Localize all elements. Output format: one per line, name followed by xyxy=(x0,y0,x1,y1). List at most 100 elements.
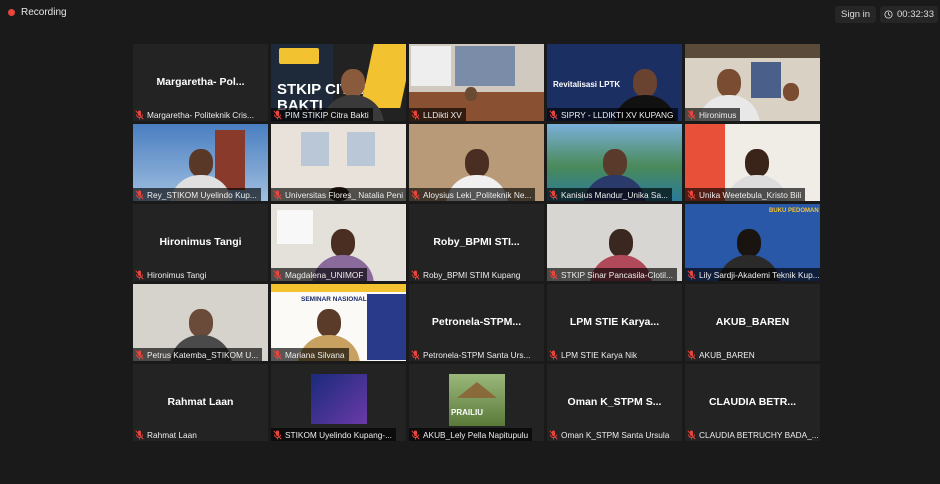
muted-mic-icon xyxy=(135,189,144,200)
participant-name: Oman K_STPM Santa Ursula xyxy=(561,429,670,440)
participant-tile[interactable]: CLAUDIA BETR... CLAUDIA BETRUCHY BADA_..… xyxy=(685,364,820,441)
muted-mic-icon xyxy=(273,269,282,280)
participant-nameplate: Aloysius Leki_Politeknik Ne... xyxy=(409,188,536,201)
participant-tile[interactable]: Margaretha- Pol... Margaretha- Politekni… xyxy=(133,44,268,121)
muted-mic-icon xyxy=(549,429,558,440)
muted-mic-icon xyxy=(411,189,420,200)
participant-nameplate: Margaretha- Politeknik Cris... xyxy=(133,108,258,121)
participant-tile[interactable]: Revitalisasi LPTK SIPRY - LLDIKTI XV KUP… xyxy=(547,44,682,121)
participant-nameplate: CLAUDIA BETRUCHY BADA_... xyxy=(685,428,820,441)
participant-nameplate: Hironimus Tangi xyxy=(133,268,210,281)
participant-name: Aloysius Leki_Politeknik Ne... xyxy=(423,189,532,200)
participant-tile[interactable]: Petrus Katemba_STIKOM U... xyxy=(133,284,268,361)
recording-dot-icon xyxy=(8,9,15,16)
participant-tile[interactable]: STKIP Sinar Pancasila-Clotil... xyxy=(547,204,682,281)
participant-tile[interactable]: Petronela-STPM... Petronela-STPM Santa U… xyxy=(409,284,544,361)
participant-nameplate: STIKOM Uyelindo Kupang-... xyxy=(271,428,396,441)
clock-icon xyxy=(884,10,893,19)
muted-mic-icon xyxy=(411,109,420,120)
participant-tile[interactable]: Aloysius Leki_Politeknik Ne... xyxy=(409,124,544,201)
muted-mic-icon xyxy=(411,269,420,280)
muted-mic-icon xyxy=(273,429,282,440)
meeting-top-bar: Recording Sign in 00:32:33 xyxy=(0,0,940,28)
participant-tile[interactable]: LPM STIE Karya... LPM STIE Karya Nik xyxy=(547,284,682,361)
participant-nameplate: Petronela-STPM Santa Urs... xyxy=(409,348,534,361)
muted-mic-icon xyxy=(273,349,282,360)
participant-tile[interactable]: Oman K_STPM S... Oman K_STPM Santa Ursul… xyxy=(547,364,682,441)
participant-display-name: Petronela-STPM... xyxy=(431,315,522,328)
meeting-timer[interactable]: 00:32:33 xyxy=(880,6,938,23)
participant-name: Roby_BPMI STIM Kupang xyxy=(423,269,521,280)
participant-tile[interactable]: Roby_BPMI STI... Roby_BPMI STIM Kupang xyxy=(409,204,544,281)
participant-nameplate: Kanisius Mandur_Unika Sa... xyxy=(547,188,672,201)
participant-tile[interactable]: BUKU PEDOMAN Lily Sardji-Akademi Teknik … xyxy=(685,204,820,281)
participant-name: Rahmat Laan xyxy=(147,429,197,440)
participant-tile[interactable]: Magdalena_UNIMOF xyxy=(271,204,406,281)
participant-tile[interactable]: SEMINAR NASIONAL Mariana Silvana xyxy=(271,284,406,361)
participant-tile[interactable]: Kanisius Mandur_Unika Sa... xyxy=(547,124,682,201)
muted-mic-icon xyxy=(135,349,144,360)
muted-mic-icon xyxy=(411,349,420,360)
participant-nameplate: LLDikti XV xyxy=(409,108,466,121)
muted-mic-icon xyxy=(687,269,696,280)
muted-mic-icon xyxy=(687,349,696,360)
profile-picture xyxy=(311,374,367,424)
participant-tile[interactable]: LLDikti XV xyxy=(409,44,544,121)
participant-nameplate: Universitas Flores_ Natalia Peni xyxy=(271,188,406,201)
participant-nameplate: AKUB_Lely Pella Napitupulu xyxy=(409,428,533,441)
participant-name: LPM STIE Karya Nik xyxy=(561,349,638,360)
participant-name: Hironimus xyxy=(699,109,737,120)
participant-display-name: Hironimus Tangi xyxy=(159,235,242,248)
participant-name: STIKOM Uyelindo Kupang-... xyxy=(285,429,392,440)
muted-mic-icon xyxy=(549,189,558,200)
slide-text: BUKU PEDOMAN xyxy=(769,208,819,214)
participant-nameplate: SIPRY - LLDIKTI XV KUPANG xyxy=(547,108,678,121)
participant-tile[interactable]: Rey_STIKOM Uyelindo Kup... xyxy=(133,124,268,201)
participant-nameplate: Magdalena_UNIMOF xyxy=(271,268,368,281)
profile-picture: PRAILIU xyxy=(449,374,505,426)
muted-mic-icon xyxy=(549,349,558,360)
muted-mic-icon xyxy=(549,109,558,120)
participant-name: PIM STIKIP Citra Bakti xyxy=(285,109,369,120)
participant-nameplate: AKUB_BAREN xyxy=(685,348,759,361)
participant-tile[interactable]: Hironimus Tangi Hironimus Tangi xyxy=(133,204,268,281)
participant-nameplate: Oman K_STPM Santa Ursula xyxy=(547,428,673,441)
participant-name: LLDikti XV xyxy=(423,109,462,120)
participant-tile[interactable]: Hironimus xyxy=(685,44,820,121)
participant-nameplate: STKIP Sinar Pancasila-Clotil... xyxy=(547,268,677,281)
participant-name: Kanisius Mandur_Unika Sa... xyxy=(561,189,668,200)
participant-display-name: LPM STIE Karya... xyxy=(569,315,660,328)
participant-name: Universitas Flores_ Natalia Peni xyxy=(285,189,404,200)
participant-grid: Margaretha- Pol... Margaretha- Politekni… xyxy=(133,44,820,441)
muted-mic-icon xyxy=(135,269,144,280)
participant-name: Mariana Silvana xyxy=(285,349,345,360)
participant-name: CLAUDIA BETRUCHY BADA_... xyxy=(699,429,819,440)
participant-name: Petrus Katemba_STIKOM U... xyxy=(147,349,259,360)
participant-nameplate: Unika Weetebula_Kristo Bili xyxy=(685,188,806,201)
participant-display-name: Roby_BPMI STI... xyxy=(433,235,520,248)
participant-tile[interactable]: STKIP CITRA BAKTI PIM STIKIP Citra Bakti xyxy=(271,44,406,121)
participant-nameplate: PIM STIKIP Citra Bakti xyxy=(271,108,373,121)
participant-name: Petronela-STPM Santa Urs... xyxy=(423,349,531,360)
muted-mic-icon xyxy=(273,109,282,120)
sign-in-button[interactable]: Sign in xyxy=(835,6,877,23)
participant-name: SIPRY - LLDIKTI XV KUPANG xyxy=(561,109,674,120)
participant-display-name: Rahmat Laan xyxy=(167,395,234,408)
participant-tile[interactable]: STIKOM Uyelindo Kupang-... xyxy=(271,364,406,441)
muted-mic-icon xyxy=(135,109,144,120)
muted-mic-icon xyxy=(411,429,420,440)
participant-nameplate: LPM STIE Karya Nik xyxy=(547,348,641,361)
participant-tile[interactable]: Rahmat Laan Rahmat Laan xyxy=(133,364,268,441)
participant-tile[interactable]: PRAILIU AKUB_Lely Pella Napitupulu xyxy=(409,364,544,441)
participant-nameplate: Rahmat Laan xyxy=(133,428,201,441)
participant-tile[interactable]: AKUB_BAREN AKUB_BAREN xyxy=(685,284,820,361)
participant-name: Lily Sardji-Akademi Teknik Kup... xyxy=(699,269,820,280)
participant-nameplate: Mariana Silvana xyxy=(271,348,349,361)
recording-indicator[interactable]: Recording xyxy=(8,7,67,18)
muted-mic-icon xyxy=(687,189,696,200)
participant-tile[interactable]: Universitas Flores_ Natalia Peni xyxy=(271,124,406,201)
participant-tile-active-speaker[interactable]: Unika Weetebula_Kristo Bili xyxy=(685,124,820,201)
slide-text: PRAILIU xyxy=(451,408,483,417)
participant-nameplate: Petrus Katemba_STIKOM U... xyxy=(133,348,263,361)
muted-mic-icon xyxy=(549,269,558,280)
